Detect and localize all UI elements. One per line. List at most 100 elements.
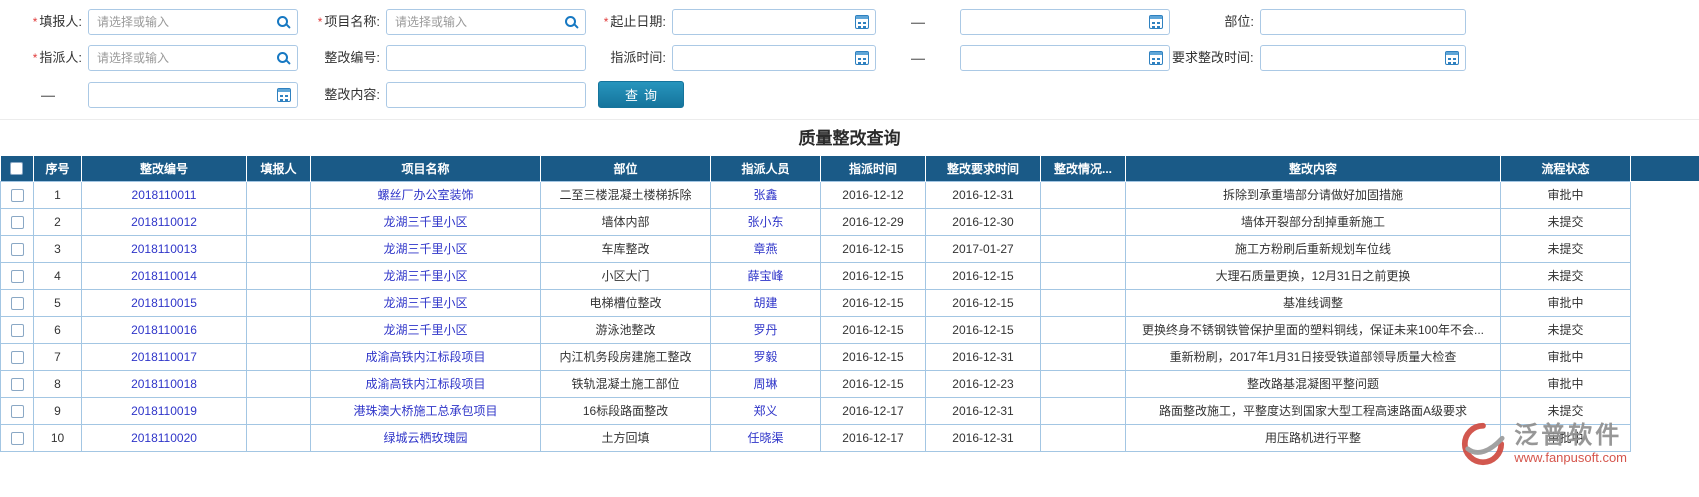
- cell-rectify-no[interactable]: 2018110012: [82, 208, 247, 235]
- cell-status-info: [1041, 208, 1126, 235]
- cell-seq: 9: [34, 397, 82, 424]
- cell-require-time: 2016-12-23: [926, 370, 1041, 397]
- cell-content: 用压路机进行平整: [1126, 424, 1501, 451]
- cell-reporter: [247, 424, 311, 451]
- row-checkbox[interactable]: [11, 378, 24, 391]
- row-checkbox[interactable]: [11, 351, 24, 364]
- cell-assignee[interactable]: 胡建: [711, 289, 821, 316]
- table-row: 62018110016龙湖三千里小区游泳池整改罗丹2016-12-152016-…: [1, 316, 1699, 343]
- calendar-icon[interactable]: [1149, 15, 1163, 29]
- row-spacer: [1631, 208, 1699, 235]
- cell-assignee[interactable]: 任晓渠: [711, 424, 821, 451]
- cell-assignee[interactable]: 郑义: [711, 397, 821, 424]
- cell-rectify-no[interactable]: 2018110014: [82, 262, 247, 289]
- row-spacer: [1631, 235, 1699, 262]
- require-time-start-input[interactable]: [1261, 46, 1445, 70]
- calendar-icon[interactable]: [855, 15, 869, 29]
- cell-rectify-no[interactable]: 2018110020: [82, 424, 247, 451]
- row-checkbox[interactable]: [11, 189, 24, 202]
- row-checkbox[interactable]: [11, 432, 24, 445]
- assign-time-dash: —: [876, 50, 960, 66]
- cell-rectify-no[interactable]: 2018110019: [82, 397, 247, 424]
- reporter-input[interactable]: [89, 10, 276, 34]
- cell-project[interactable]: 成渝高铁内江标段项目: [311, 370, 541, 397]
- table-row: 22018110012龙湖三千里小区墙体内部张小东2016-12-292016-…: [1, 208, 1699, 235]
- row-checkbox[interactable]: [11, 324, 24, 337]
- filter-panel: *填报人: *项目名称: *起止日期: — 部位: *指派人:: [0, 0, 1699, 120]
- require-time-end-input[interactable]: [89, 83, 277, 107]
- header-assign-time: 指派时间: [821, 156, 926, 181]
- cell-seq: 1: [34, 181, 82, 208]
- require-time-end-field: [88, 82, 298, 108]
- row-checkbox[interactable]: [11, 270, 24, 283]
- cell-project[interactable]: 成渝高铁内江标段项目: [311, 343, 541, 370]
- rectify-no-field: [386, 45, 586, 71]
- calendar-icon[interactable]: [855, 51, 869, 65]
- date-range-end-input[interactable]: [961, 10, 1149, 34]
- cell-assignee[interactable]: 张小东: [711, 208, 821, 235]
- cell-assign-time: 2016-12-15: [821, 235, 926, 262]
- cell-status-info: [1041, 316, 1126, 343]
- cell-project[interactable]: 港珠澳大桥施工总承包项目: [311, 397, 541, 424]
- cell-project[interactable]: 龙湖三千里小区: [311, 235, 541, 262]
- cell-project[interactable]: 螺丝厂办公室装饰: [311, 181, 541, 208]
- cell-rectify-no[interactable]: 2018110011: [82, 181, 247, 208]
- require-time-dash: —: [8, 87, 88, 103]
- cell-project[interactable]: 龙湖三千里小区: [311, 316, 541, 343]
- cell-project[interactable]: 龙湖三千里小区: [311, 289, 541, 316]
- content-input[interactable]: [387, 83, 585, 107]
- date-range-start-field: [672, 9, 876, 35]
- cell-project[interactable]: 龙湖三千里小区: [311, 262, 541, 289]
- cell-project[interactable]: 绿城云栖玫瑰园: [311, 424, 541, 451]
- cell-assignee[interactable]: 张鑫: [711, 181, 821, 208]
- date-range-start-input[interactable]: [673, 10, 855, 34]
- cell-status-info: [1041, 289, 1126, 316]
- assign-time-label-text: 指派时间:: [610, 50, 666, 65]
- cell-assignee[interactable]: 罗毅: [711, 343, 821, 370]
- row-select-cell: [1, 262, 34, 289]
- row-checkbox[interactable]: [11, 243, 24, 256]
- part-input[interactable]: [1261, 10, 1465, 34]
- cell-rectify-no[interactable]: 2018110016: [82, 316, 247, 343]
- assign-time-start-input[interactable]: [673, 46, 855, 70]
- select-all-checkbox[interactable]: [10, 162, 23, 175]
- cell-status-info: [1041, 343, 1126, 370]
- cell-assignee[interactable]: 罗丹: [711, 316, 821, 343]
- cell-rectify-no[interactable]: 2018110017: [82, 343, 247, 370]
- search-icon[interactable]: [564, 15, 579, 30]
- filter-row-1: *填报人: *项目名称: *起止日期: — 部位:: [8, 9, 1699, 35]
- cell-assignee[interactable]: 周琳: [711, 370, 821, 397]
- cell-project[interactable]: 龙湖三千里小区: [311, 208, 541, 235]
- table-body: 12018110011螺丝厂办公室装饰二至三楼混凝土楼梯拆除张鑫2016-12-…: [1, 181, 1699, 451]
- calendar-icon[interactable]: [1445, 51, 1459, 65]
- rectify-query-table: 序号 整改编号 填报人 项目名称 部位 指派人员 指派时间 整改要求时间 整改情…: [0, 156, 1699, 452]
- rectify-no-input[interactable]: [387, 46, 585, 70]
- calendar-icon[interactable]: [277, 88, 291, 102]
- date-range-dash: —: [876, 14, 960, 30]
- cell-status-info: [1041, 397, 1126, 424]
- cell-rectify-no[interactable]: 2018110013: [82, 235, 247, 262]
- query-button[interactable]: 查询: [598, 81, 684, 108]
- project-input[interactable]: [387, 10, 564, 34]
- rectify-no-label-text: 整改编号:: [324, 50, 380, 65]
- assign-time-end-input[interactable]: [961, 46, 1149, 70]
- search-icon[interactable]: [276, 15, 291, 30]
- row-checkbox[interactable]: [11, 405, 24, 418]
- cell-assign-time: 2016-12-15: [821, 343, 926, 370]
- cell-content: 墙体开裂部分刮掉重新施工: [1126, 208, 1501, 235]
- calendar-icon[interactable]: [1149, 51, 1163, 65]
- cell-rectify-no[interactable]: 2018110015: [82, 289, 247, 316]
- cell-rectify-no[interactable]: 2018110018: [82, 370, 247, 397]
- row-checkbox[interactable]: [11, 297, 24, 310]
- table-row: 82018110018成渝高铁内江标段项目铁轨混凝土施工部位周琳2016-12-…: [1, 370, 1699, 397]
- assigner-input[interactable]: [89, 46, 276, 70]
- date-range-label: *起止日期:: [586, 14, 672, 30]
- cell-assignee[interactable]: 薛宝峰: [711, 262, 821, 289]
- cell-assignee[interactable]: 章燕: [711, 235, 821, 262]
- reporter-label: *填报人:: [8, 14, 88, 30]
- cell-content: 基准线调整: [1126, 289, 1501, 316]
- row-checkbox[interactable]: [11, 216, 24, 229]
- search-icon[interactable]: [276, 51, 291, 66]
- cell-reporter: [247, 316, 311, 343]
- row-spacer: [1631, 181, 1699, 208]
